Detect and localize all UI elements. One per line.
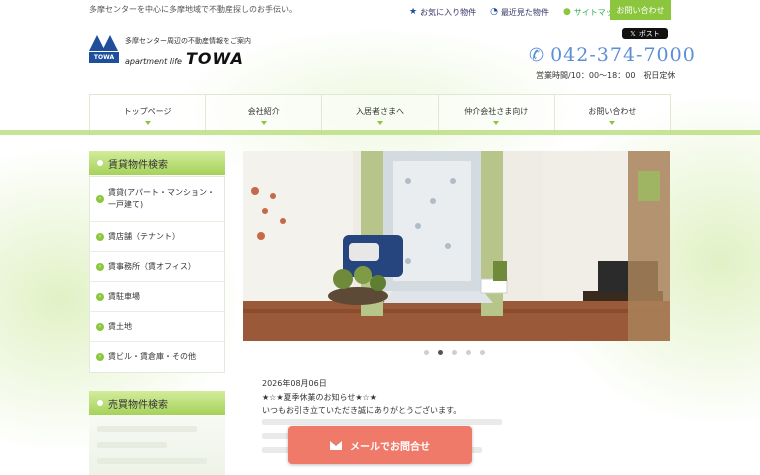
- slider-dot[interactable]: [452, 350, 457, 355]
- logo-mark-text: TOWA: [89, 52, 119, 63]
- logo-line: apartment life: [125, 57, 182, 66]
- sidebar-item-rental-parking[interactable]: › 賃駐車場: [90, 282, 224, 312]
- main-nav: トップページ 会社紹介 入居者さまへ 仲介会社さま向け お問い合わせ: [89, 94, 672, 135]
- logo-brand: TOWA: [185, 49, 244, 68]
- nav-item-top[interactable]: トップページ: [89, 95, 207, 135]
- phone-text: 042-374-7000: [550, 44, 696, 66]
- sidebar-item-label: 賃ビル・賃倉庫・その他: [108, 352, 196, 361]
- nav-label: お問い合わせ: [588, 106, 637, 116]
- slider-dot-active[interactable]: [438, 350, 443, 355]
- sidebar-item-rental-land[interactable]: › 賃土地: [90, 312, 224, 342]
- envelope-icon: [330, 440, 342, 450]
- utility-links: ★ お気に入り物件 ◔ 最近見た物件 ● サイトマップ: [404, 2, 631, 22]
- sale-search-heading: 売買物件検索: [89, 391, 225, 415]
- nav-label: 仲介会社さま向け: [464, 106, 529, 116]
- mail-inquiry-label: メールでお問合せ: [350, 441, 430, 453]
- chevron-down-icon: [609, 120, 616, 125]
- nav-label: 入居者さまへ: [356, 106, 404, 116]
- slider-dot[interactable]: [480, 350, 485, 355]
- nav-item-contact[interactable]: お問い合わせ: [554, 95, 672, 135]
- contact-tab[interactable]: お問い合わせ: [610, 0, 671, 20]
- sidebar-item-rental-office[interactable]: › 賃事務所（賃オフィス）: [90, 252, 224, 282]
- slider-dot[interactable]: [424, 350, 429, 355]
- sidebar-item-rental-housing[interactable]: › 賃貸(アパート・マンション・一戸建て): [90, 177, 224, 222]
- x-post-button[interactable]: 𝕏 ポスト: [622, 28, 668, 39]
- rent-search-list: › 賃貸(アパート・マンション・一戸建て) › 賃店舗（テナント） › 賃事務所…: [89, 176, 225, 373]
- sidebar-item-label: 賃店舗（テナント）: [108, 231, 180, 241]
- sidebar-item-rental-other[interactable]: › 賃ビル・賃倉庫・その他: [90, 342, 224, 372]
- nav-item-brokers[interactable]: 仲介会社さま向け: [438, 95, 555, 135]
- news-title[interactable]: ★☆★夏季休業のお知らせ★☆★: [262, 392, 377, 403]
- bullet-icon: [97, 400, 103, 406]
- nav-item-company[interactable]: 会社紹介: [206, 95, 323, 135]
- nav-label: 会社紹介: [247, 106, 280, 116]
- history-icon: ◔: [490, 7, 498, 17]
- x-post-label: ポスト: [638, 29, 660, 38]
- phone-number[interactable]: ✆ 042-374-7000: [529, 44, 696, 66]
- mail-inquiry-button[interactable]: メールでお問合せ: [288, 426, 472, 464]
- star-icon: ★: [409, 7, 418, 17]
- sidebar-item-label: 賃貸(アパート・マンション・一戸建て): [108, 188, 215, 209]
- room-photo: [243, 151, 670, 341]
- slider-dots: [424, 350, 485, 355]
- nav-label: トップページ: [123, 106, 172, 116]
- chevron-down-icon: [493, 120, 500, 125]
- chevron-right-icon: ›: [96, 353, 104, 361]
- news-body: いつもお引き立ていただき誠にありがとうございます。: [262, 406, 462, 415]
- chevron-right-icon: ›: [96, 292, 104, 301]
- recently-viewed-link[interactable]: ◔ 最近見た物件: [485, 3, 554, 21]
- rent-search-heading-label: 賃貸物件検索: [108, 159, 168, 171]
- chevron-right-icon: ›: [96, 322, 104, 331]
- bullet-icon: ●: [562, 7, 571, 17]
- sale-search-heading-label: 売買物件検索: [108, 399, 168, 411]
- sidebar-item-label: 賃事務所（賃オフィス）: [108, 261, 196, 271]
- hero-slide-image[interactable]: [243, 151, 670, 341]
- nav-item-residents[interactable]: 入居者さまへ: [322, 95, 439, 135]
- sidebar-item-label: 賃土地: [108, 321, 132, 331]
- logo-subtitle: 多摩センター周辺の不動産情報をご案内: [125, 37, 251, 45]
- nav-divider-band: [0, 130, 760, 135]
- chevron-right-icon: ›: [96, 262, 104, 271]
- chevron-right-icon: ›: [96, 232, 104, 241]
- logo-mark-icon: TOWA: [89, 33, 119, 63]
- chevron-down-icon: [377, 120, 383, 125]
- chevron-down-icon: [260, 120, 267, 125]
- x-logo-icon: 𝕏: [630, 29, 636, 38]
- chevron-down-icon: [144, 120, 151, 125]
- favorites-label: お気に入り物件: [420, 7, 477, 17]
- news-date: 2026年08月06日: [262, 379, 327, 388]
- sidebar-item-label: 賃駐車場: [108, 291, 140, 301]
- business-hours: 営業時間/10：00～18：00 祝日定休: [536, 71, 676, 80]
- sidebar-item-rental-store[interactable]: › 賃店舗（テナント）: [90, 222, 224, 252]
- bullet-icon: [97, 160, 103, 166]
- recently-viewed-label: 最近見た物件: [500, 7, 549, 17]
- slider-dot[interactable]: [466, 350, 471, 355]
- sale-search-list: [89, 416, 225, 475]
- chevron-right-icon: ›: [96, 195, 104, 203]
- favorites-link[interactable]: ★ お気に入り物件: [404, 3, 482, 21]
- site-tagline: 多摩センターを中心に多摩地域で不動産探しのお手伝い。: [89, 5, 297, 14]
- rent-search-heading: 賃貸物件検索: [89, 151, 225, 175]
- phone-icon: ✆: [529, 44, 545, 66]
- site-logo[interactable]: TOWA 多摩センター周辺の不動産情報をご案内 apartment life T…: [89, 33, 251, 68]
